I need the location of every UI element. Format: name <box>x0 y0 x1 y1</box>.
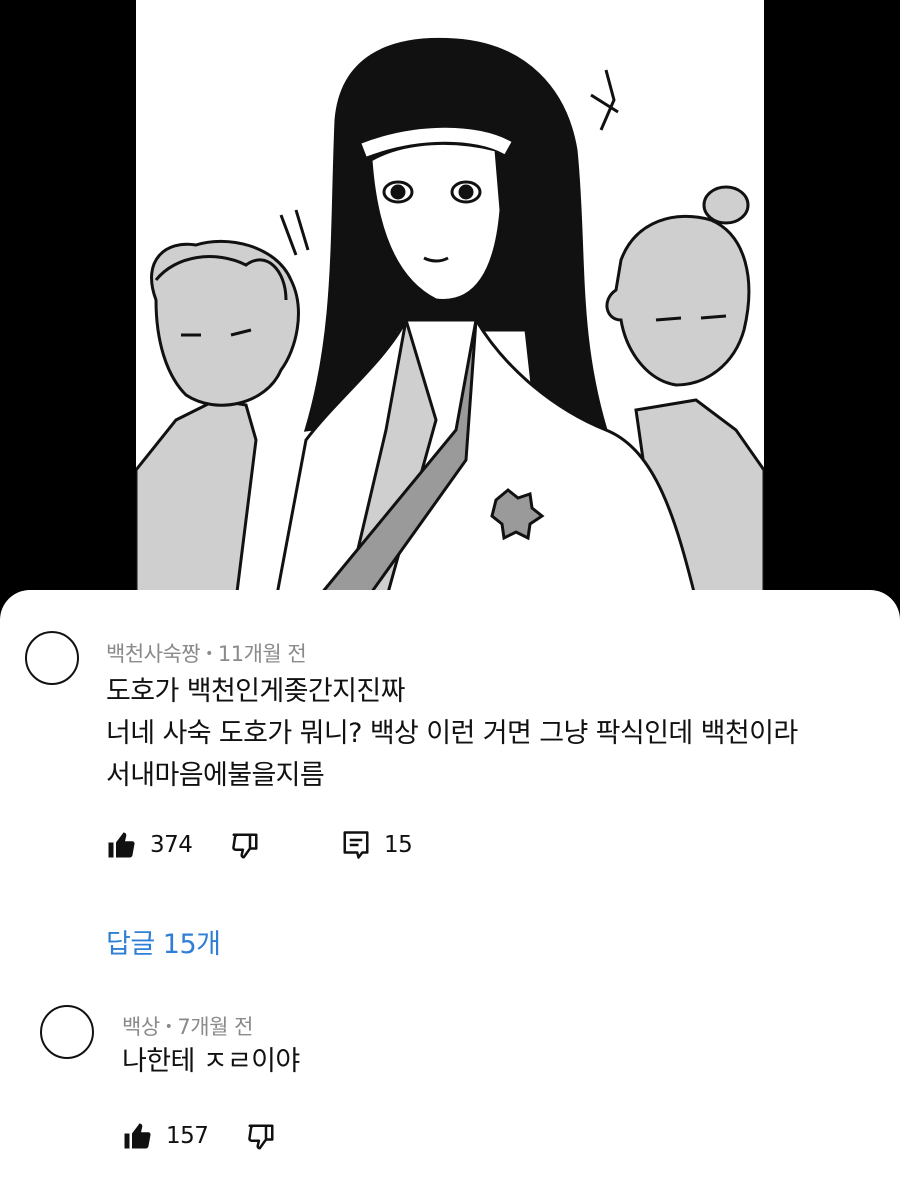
manga-figures-drawing <box>136 37 764 600</box>
like-button[interactable]: 374 <box>106 830 193 860</box>
reply-like-count: 157 <box>166 1123 209 1149</box>
comment-avatar[interactable] <box>25 631 79 685</box>
meta-separator: • <box>164 1019 173 1035</box>
like-count: 374 <box>150 832 193 858</box>
comment-meta: 백천사숙짱 • 11개월 전 <box>106 638 307 668</box>
reply-text: 나한테 ㅈㄹ이야 <box>122 1041 300 1083</box>
reply-count-button[interactable]: 15 <box>342 830 413 860</box>
meta-separator: • <box>205 646 213 662</box>
thumbs-up-filled-icon <box>108 832 135 858</box>
view-replies-link[interactable]: 답글 15개 <box>106 922 221 961</box>
tension-mark <box>279 209 310 256</box>
comment-sheet: 백천사숙짱 • 11개월 전 도호가 백천인게좆간지진짜 너네 사숙 도호가 뭐니?… <box>0 590 900 1195</box>
reply-meta: 백상 • 7개월 전 <box>122 1011 253 1041</box>
thumbs-down-outline-icon <box>232 833 258 859</box>
thumbs-up-filled-icon <box>124 1123 151 1149</box>
reply-time: 7개월 전 <box>177 1015 253 1039</box>
manga-illustration <box>136 0 764 600</box>
reply-like-button[interactable]: 157 <box>122 1121 209 1151</box>
comment-icon <box>343 831 369 859</box>
reply-author[interactable]: 백상 <box>122 1015 160 1039</box>
reply-dislike-button[interactable] <box>246 1122 276 1152</box>
reply-line: 나한테 ㅈㄹ이야 <box>122 1046 300 1077</box>
comment-line: 너네 사숙 도호가 뭐니? 백상 이런 거면 그냥 팍식인데 백천이라 <box>106 718 798 749</box>
thumbs-down-outline-icon <box>248 1124 274 1150</box>
comment-line: 서내마음에불을지름 <box>106 760 325 791</box>
dislike-button[interactable] <box>230 831 260 861</box>
reply-avatar[interactable] <box>40 1005 94 1059</box>
left-character <box>136 239 300 600</box>
comment-line: 도호가 백천인게좆간지진짜 <box>106 676 405 707</box>
comment-time: 11개월 전 <box>217 642 307 666</box>
comment-text: 도호가 백천인게좆간지진짜 너네 사숙 도호가 뭐니? 백상 이런 거면 그냥 … <box>106 671 798 797</box>
reply-count: 15 <box>384 832 413 858</box>
sparkle-mark <box>590 69 619 131</box>
comment-author[interactable]: 백천사숙짱 <box>106 642 201 666</box>
